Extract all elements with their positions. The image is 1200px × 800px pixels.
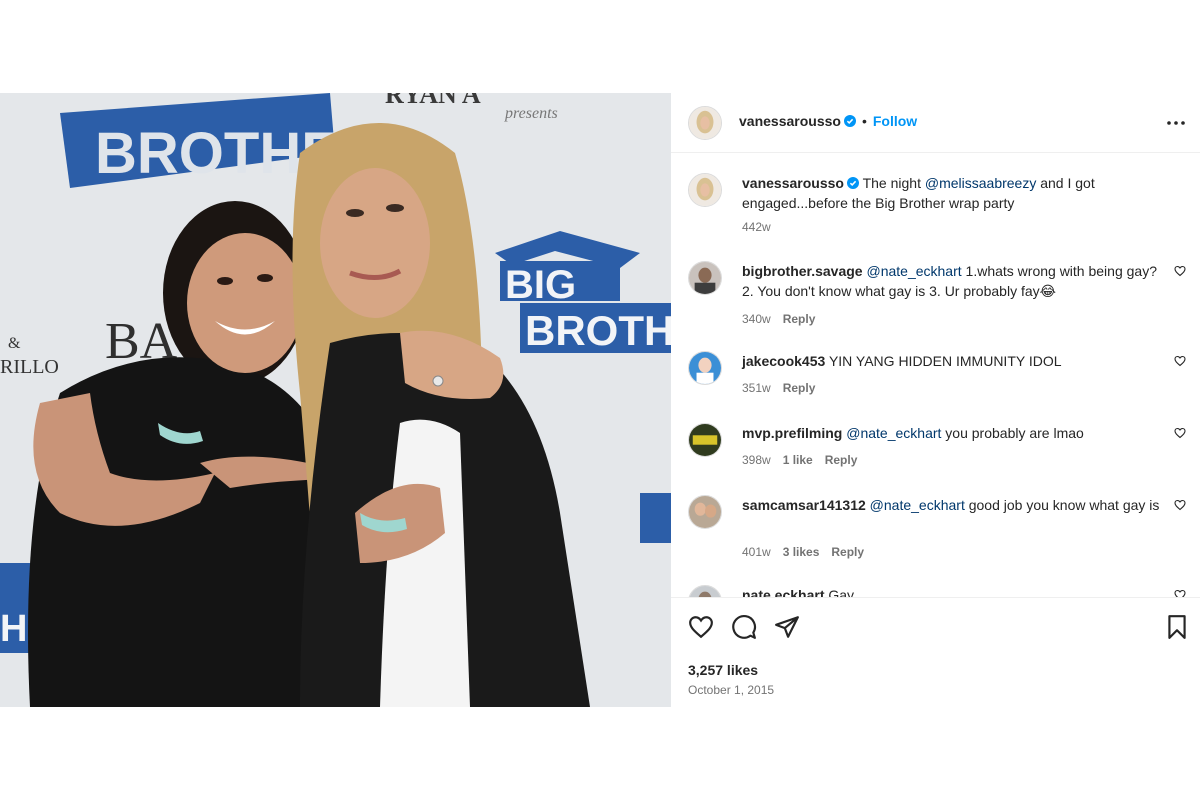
more-options-icon[interactable]: [1164, 111, 1188, 135]
caption-meta: 442w: [742, 220, 783, 234]
post-side-panel: vanessarousso • Follow vanessarousso The n…: [671, 93, 1200, 707]
author-avatar[interactable]: [688, 106, 722, 140]
comment-like-heart-icon[interactable]: [1174, 589, 1186, 597]
backdrop-text: BIG: [505, 263, 576, 307]
comment-icon[interactable]: [731, 614, 757, 640]
commenter-avatar[interactable]: [688, 495, 722, 529]
backdrop-text: BROTHER: [525, 307, 671, 354]
comment-like-heart-icon[interactable]: [1174, 427, 1186, 439]
post-actions: 3,257 likes October 1, 2015: [671, 597, 1200, 707]
comment-meta: 351w Reply: [742, 381, 827, 395]
comment-body: you probably are lmao: [941, 425, 1084, 441]
comment-text: mvp.prefilming @nate_eckhart you probabl…: [742, 423, 1162, 443]
post-photo-illustration: BROTHER RYAN A presents BIG BROTHER BA &…: [0, 93, 671, 707]
author-username[interactable]: vanessarousso: [739, 113, 841, 129]
post-date[interactable]: October 1, 2015: [688, 683, 774, 697]
comment-text: samcamsar141312 @nate_eckhart good job y…: [742, 495, 1162, 515]
post-header: vanessarousso • Follow: [671, 93, 1200, 153]
backdrop-text: &: [8, 335, 21, 352]
comment-body: good job you know what gay is: [964, 497, 1160, 513]
author-avatar[interactable]: [688, 173, 722, 207]
commenter-username[interactable]: bigbrother.savage: [742, 263, 863, 279]
comment-time[interactable]: 351w: [742, 381, 771, 395]
reply-button[interactable]: Reply: [783, 312, 816, 326]
comment-mention[interactable]: @nate_eckhart: [846, 425, 941, 441]
comment-likes[interactable]: 1 like: [783, 453, 813, 467]
comment-like-heart-icon[interactable]: [1174, 265, 1186, 277]
bookmark-icon[interactable]: [1164, 614, 1190, 640]
comment-body: Gay: [828, 587, 855, 597]
caption-text-before: The night: [862, 175, 925, 191]
comment-like-heart-icon[interactable]: [1174, 499, 1186, 511]
comment-text: bigbrother.savage @nate_eckhart 1.whats …: [742, 261, 1162, 301]
reply-button[interactable]: Reply: [825, 453, 858, 467]
heart-icon[interactable]: [688, 614, 714, 640]
likes-count[interactable]: 3,257 likes: [688, 662, 758, 678]
backdrop-text: RILLO: [0, 356, 59, 378]
post-photo[interactable]: BROTHER RYAN A presents BIG BROTHER BA &…: [0, 93, 671, 707]
commenter-avatar[interactable]: [688, 351, 722, 385]
commenter-avatar[interactable]: [688, 261, 722, 295]
caption-author[interactable]: vanessarousso: [742, 175, 844, 191]
comments-list[interactable]: vanessarousso The night @melissaabreezy …: [671, 154, 1200, 597]
comment-meta: 401w 3 likes Reply: [742, 545, 876, 559]
caption-mention[interactable]: @melissaabreezy: [925, 175, 1036, 191]
commenter-avatar[interactable]: [688, 585, 722, 597]
separator-dot: •: [861, 113, 867, 129]
follow-button[interactable]: Follow: [873, 113, 917, 129]
verified-badge-icon: [846, 177, 859, 189]
comment-text: jakecook453 YIN YANG HIDDEN IMMUNITY IDO…: [742, 351, 1162, 371]
commenter-avatar[interactable]: [688, 423, 722, 457]
verified-badge-icon: [843, 115, 856, 127]
comment-like-heart-icon[interactable]: [1174, 355, 1186, 367]
caption-time[interactable]: 442w: [742, 220, 771, 234]
person-left-face: [187, 233, 303, 373]
commenter-username[interactable]: mvp.prefilming: [742, 425, 842, 441]
comment-mention[interactable]: @nate_eckhart: [866, 263, 961, 279]
share-icon[interactable]: [774, 614, 800, 640]
person-right-face: [320, 168, 430, 318]
comment-meta: 340w Reply: [742, 312, 827, 326]
comment-mention[interactable]: @nate_eckhart: [870, 497, 965, 513]
reply-button[interactable]: Reply: [831, 545, 864, 559]
ring: [432, 375, 444, 387]
comment-meta: 398w 1 like Reply: [742, 453, 869, 467]
caption-text: vanessarousso The night @melissaabreezy …: [742, 173, 1162, 213]
commenter-username[interactable]: jakecook453: [742, 353, 825, 369]
commenter-username[interactable]: nate.eckhart: [742, 587, 824, 597]
backdrop-text: presents: [504, 105, 558, 122]
comment-time[interactable]: 401w: [742, 545, 771, 559]
comment-text: nate.eckhart Gay: [742, 585, 1162, 597]
comment-body: YIN YANG HIDDEN IMMUNITY IDOL: [828, 353, 1062, 369]
header-name-row: vanessarousso • Follow: [739, 113, 917, 129]
backdrop-text: RYAN A: [385, 93, 481, 109]
comment-time[interactable]: 340w: [742, 312, 771, 326]
commenter-username[interactable]: samcamsar141312: [742, 497, 866, 513]
reply-button[interactable]: Reply: [783, 381, 816, 395]
comment-time[interactable]: 398w: [742, 453, 771, 467]
comment-likes[interactable]: 3 likes: [783, 545, 820, 559]
